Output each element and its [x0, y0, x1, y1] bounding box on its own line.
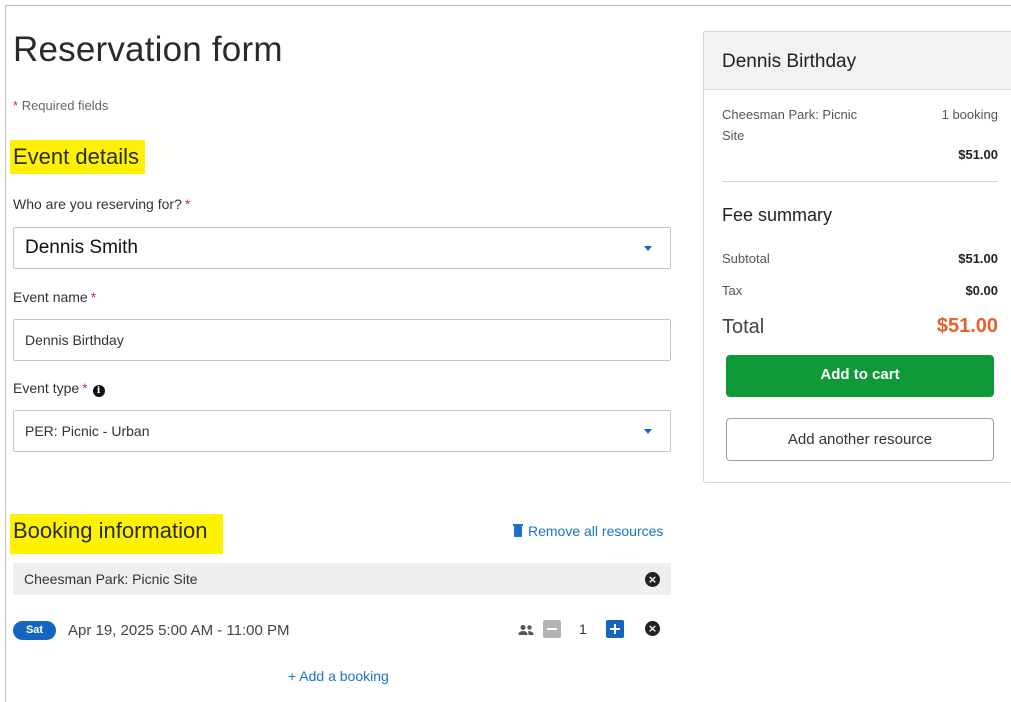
reserving-for-select[interactable]: Dennis Smith — [13, 227, 671, 269]
event-details-heading: Event details — [10, 140, 145, 174]
fee-summary-heading: Fee summary — [722, 205, 833, 225]
required-fields-note: * Required fields — [13, 98, 108, 113]
summary-card-header: Dennis Birthday — [704, 32, 1011, 90]
event-name-input[interactable]: Dennis Birthday — [13, 319, 671, 361]
trash-icon — [513, 523, 523, 537]
quantity-value: 1 — [579, 621, 587, 637]
reserving-for-label-text: Who are you reserving for? — [13, 196, 182, 212]
subtotal-value: $51.00 — [958, 251, 998, 266]
event-type-label-text: Event type — [13, 380, 80, 396]
increase-quantity-button[interactable] — [606, 620, 624, 638]
resource-name: Cheesman Park: Picnic Site — [24, 571, 198, 587]
required-star: * — [90, 289, 97, 305]
required-star: * — [82, 380, 88, 396]
summary-resource-price: $51.00 — [958, 147, 998, 162]
close-circle-icon[interactable]: × — [645, 572, 660, 587]
event-name-value: Dennis Birthday — [25, 332, 124, 348]
reserving-for-value: Dennis Smith — [25, 237, 138, 258]
summary-resource-name: Cheesman Park: Picnic Site — [722, 107, 858, 143]
page-title: Reservation form — [13, 30, 283, 69]
event-name-label-text: Event name — [13, 289, 88, 305]
subtotal-label: Subtotal — [722, 251, 770, 266]
info-icon[interactable]: i — [92, 385, 105, 397]
required-star: * — [184, 196, 191, 212]
add-booking-link[interactable]: + Add a booking — [288, 668, 389, 684]
resource-header: Cheesman Park: Picnic Site × — [13, 563, 671, 595]
people-icon — [518, 625, 534, 635]
booking-datetime: Apr 19, 2025 5:00 AM - 11:00 PM — [68, 622, 290, 639]
chevron-down-icon — [644, 429, 652, 434]
total-row: Total $51.00 — [722, 315, 998, 339]
add-to-cart-button[interactable]: Add to cart — [726, 355, 994, 397]
event-type-select[interactable]: PER: Picnic - Urban — [13, 410, 671, 452]
total-label: Total — [722, 316, 765, 338]
event-name-label: Event name * — [13, 289, 96, 305]
required-star: * — [13, 98, 19, 113]
remove-all-label: Remove all resources — [528, 523, 664, 539]
event-type-label: Event type * i — [13, 380, 105, 397]
remove-all-resources-link[interactable]: Remove all resources — [513, 523, 664, 539]
required-note-text: Required fields — [21, 98, 109, 113]
total-value: $51.00 — [936, 315, 998, 337]
decrease-quantity-button[interactable] — [543, 620, 561, 638]
close-circle-icon[interactable]: × — [645, 621, 660, 636]
summary-card: Dennis Birthday Cheesman Park: Picnic Si… — [703, 31, 1011, 483]
event-type-value: PER: Picnic - Urban — [25, 423, 150, 439]
tax-row: Tax $0.00 — [722, 283, 998, 298]
add-another-resource-button[interactable]: Add another resource — [726, 418, 994, 461]
reserving-for-label: Who are you reserving for? * — [13, 196, 190, 212]
tax-label: Tax — [722, 283, 743, 298]
summary-title: Dennis Birthday — [722, 51, 857, 72]
divider — [722, 181, 998, 182]
summary-booking-count: 1 booking — [941, 107, 998, 122]
subtotal-row: Subtotal $51.00 — [722, 251, 998, 266]
chevron-down-icon — [644, 246, 652, 251]
tax-value: $0.00 — [965, 283, 998, 298]
booking-information-heading: Booking information — [10, 514, 224, 554]
day-badge: Sat — [13, 621, 56, 640]
